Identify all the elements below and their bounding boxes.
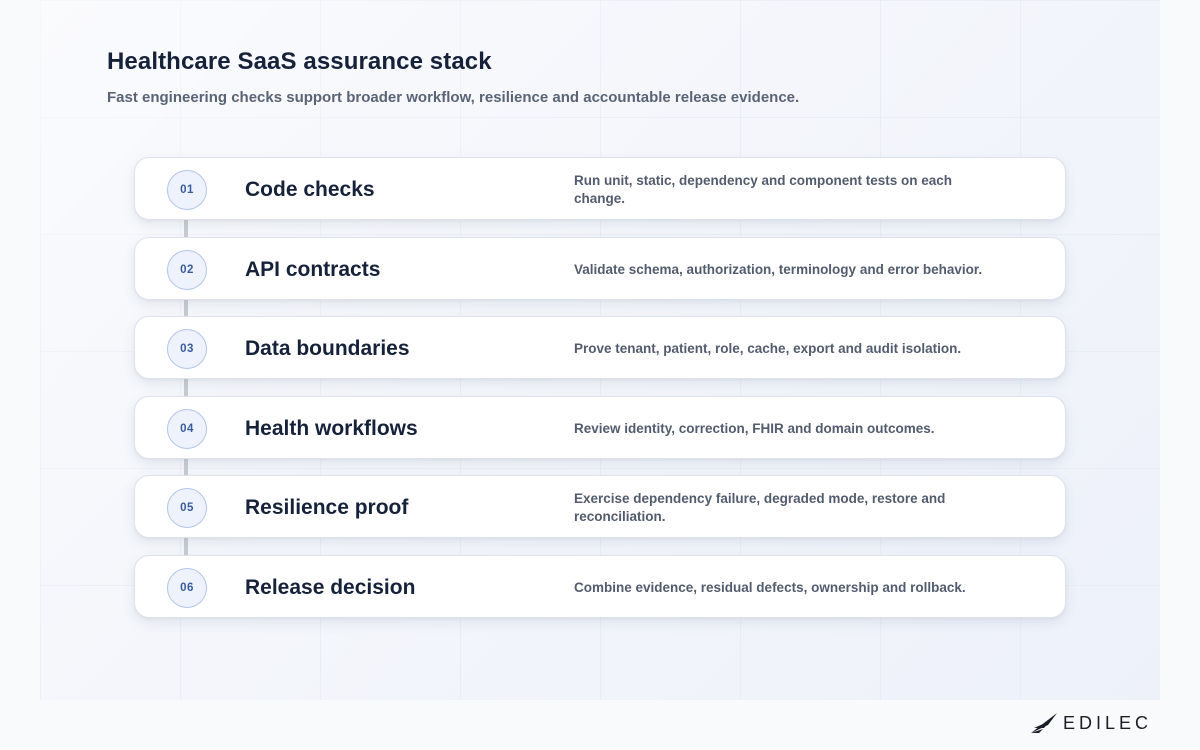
brand-logo-text: EDILEC [1063, 712, 1153, 733]
step-number-badge: 02 [167, 250, 207, 290]
step-title: Resilience proof [245, 495, 409, 519]
step-number-badge: 01 [167, 170, 207, 210]
step-card-resilience-proof: 05 Resilience proof Exercise dependency … [134, 475, 1066, 538]
step-card-data-boundaries: 03 Data boundaries Prove tenant, patient… [134, 316, 1066, 379]
step-card-health-workflows: 04 Health workflows Review identity, cor… [134, 396, 1066, 459]
bird-wing-icon [1030, 712, 1058, 734]
step-card-api-contracts: 02 API contracts Validate schema, author… [134, 237, 1066, 300]
step-description: Exercise dependency failure, degraded mo… [574, 490, 946, 524]
step-number-badge: 05 [167, 488, 207, 528]
brand-logo: EDILEC [1030, 710, 1154, 736]
step-description: Review identity, correction, FHIR and do… [574, 420, 935, 436]
step-number-badge: 06 [167, 568, 207, 608]
step-title: API contracts [245, 257, 381, 281]
step-description: Combine evidence, residual defects, owne… [574, 579, 966, 595]
step-card-release-decision: 06 Release decision Combine evidence, re… [134, 555, 1066, 618]
step-description: Run unit, static, dependency and compone… [574, 172, 953, 206]
step-title: Health workflows [245, 416, 418, 440]
step-description: Prove tenant, patient, role, cache, expo… [574, 340, 962, 356]
step-description: Validate schema, authorization, terminol… [574, 261, 983, 277]
step-title: Release decision [245, 575, 416, 599]
page-title: Healthcare SaaS assurance stack [107, 48, 492, 75]
page-subtitle: Fast engineering checks support broader … [107, 89, 800, 106]
step-card-code-checks: 01 Code checks Run unit, static, depende… [134, 157, 1066, 220]
step-title: Data boundaries [245, 336, 410, 360]
step-title: Code checks [245, 177, 375, 201]
step-number-badge: 04 [167, 409, 207, 449]
step-number-badge: 03 [167, 329, 207, 369]
